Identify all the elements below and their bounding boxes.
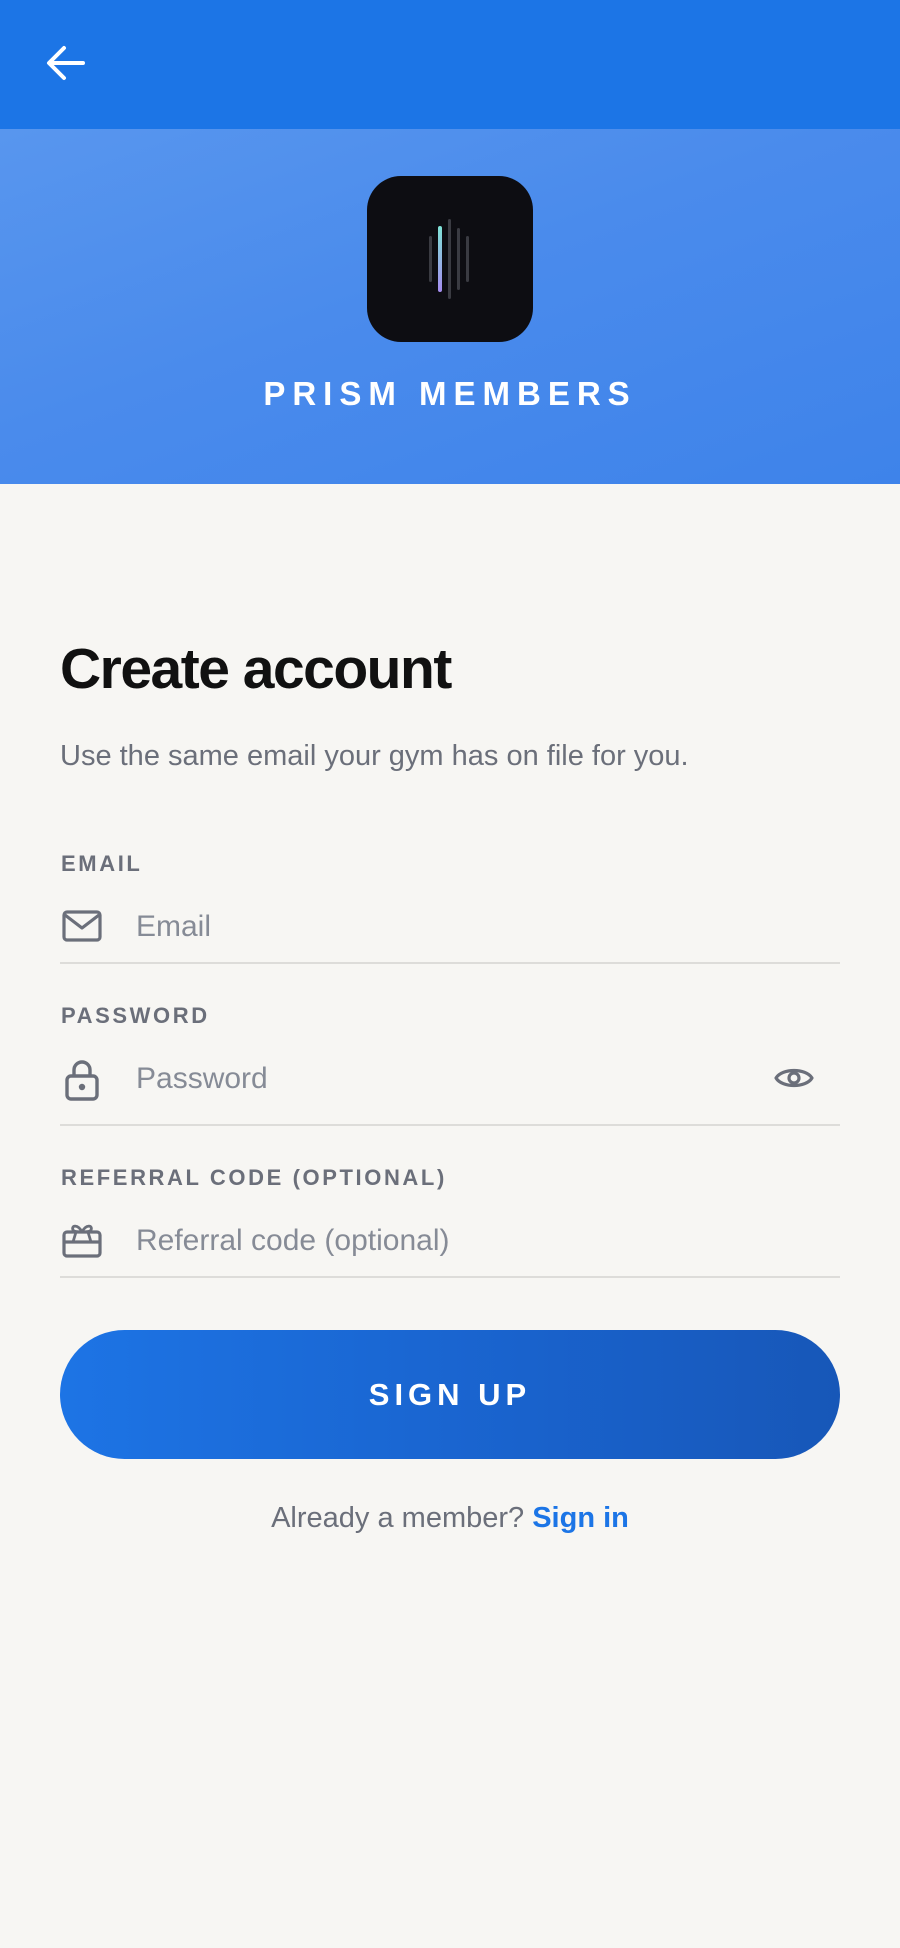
- back-button[interactable]: [38, 38, 92, 92]
- page-subtitle: Use the same email your gym has on file …: [60, 740, 689, 772]
- signup-screen: PRISM MEMBERS Create account Use the sam…: [0, 0, 900, 1948]
- password-input[interactable]: [136, 1052, 756, 1106]
- password-field[interactable]: [60, 1052, 840, 1126]
- mail-icon: [62, 906, 102, 946]
- email-label: EMAIL: [61, 851, 143, 876]
- sign-in-prompt-text: Already a member?: [271, 1502, 525, 1534]
- password-label: PASSWORD: [61, 1003, 210, 1028]
- email-field[interactable]: [60, 900, 840, 964]
- referral-code-field[interactable]: [60, 1214, 840, 1278]
- referral-code-label: REFERRAL CODE (OPTIONAL): [61, 1165, 447, 1190]
- sign-up-button[interactable]: SIGN UP: [60, 1330, 840, 1459]
- page-title: Create account: [60, 637, 452, 701]
- arrow-left-icon: [45, 45, 85, 86]
- brand-hero: PRISM MEMBERS: [0, 129, 900, 484]
- gift-card-icon: [62, 1220, 102, 1260]
- referral-code-input[interactable]: [136, 1214, 756, 1268]
- top-app-bar: [0, 0, 900, 129]
- sign-in-prompt: Already a member? Sign in: [0, 1502, 900, 1535]
- eye-icon: [774, 1064, 814, 1097]
- brand-name: PRISM MEMBERS: [263, 375, 637, 412]
- sign-in-link[interactable]: Sign in: [532, 1502, 629, 1534]
- prism-logo-icon: [367, 176, 533, 342]
- email-input[interactable]: [136, 900, 756, 954]
- lock-icon: [62, 1060, 102, 1101]
- show-password-toggle[interactable]: [772, 1060, 816, 1100]
